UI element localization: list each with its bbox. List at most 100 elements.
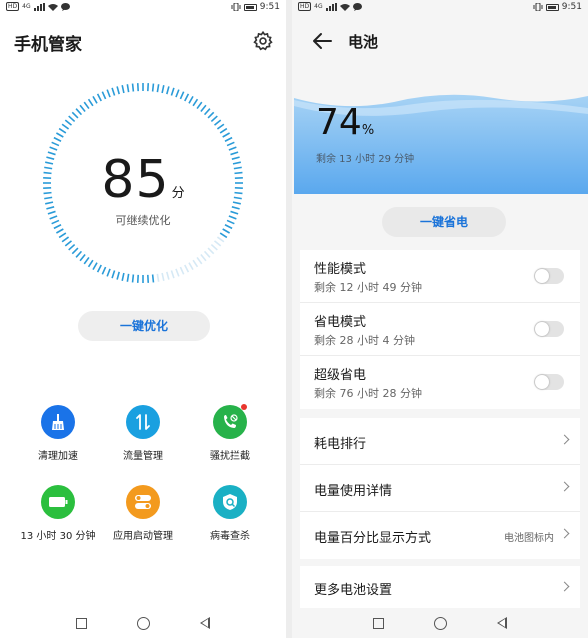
mode-title: 超级省电 [314, 368, 367, 383]
back-triangle-icon[interactable] [200, 617, 210, 629]
status-bar: HD 4G 9:51 [0, 0, 286, 16]
tool-label: 清理加速 [38, 451, 78, 462]
power-save-button[interactable]: 一键省电 [382, 207, 506, 237]
tool-data-management[interactable]: 流量管理 [95, 405, 191, 462]
score-tick [55, 228, 64, 234]
score-tick [184, 93, 190, 102]
wifi-icon [47, 3, 58, 11]
menu-label: 耗电排行 [314, 437, 367, 452]
score-tick [219, 127, 228, 134]
tool-battery[interactable]: 13 小时 30 分钟 [10, 485, 106, 542]
score-tick [71, 247, 79, 255]
score-tick [213, 240, 222, 247]
score-tick [156, 273, 160, 282]
back-arrow-icon[interactable] [312, 32, 332, 50]
score-tick [151, 83, 155, 92]
optimize-button[interactable]: 一键优化 [78, 311, 210, 341]
score-tick [64, 240, 73, 247]
score-tick [196, 256, 203, 265]
score-tick [196, 101, 203, 110]
score-tick [200, 104, 207, 113]
score-tick [188, 262, 194, 271]
menu-percentage-display[interactable]: 电量百分比显示方式 电池图标内 [300, 512, 580, 559]
score-tick [192, 98, 199, 107]
menu-more-settings[interactable]: 更多电池设置 [300, 566, 580, 610]
tool-label: 病毒查杀 [210, 531, 250, 542]
tool-harassment-block[interactable]: 骚扰拦截 [182, 404, 278, 462]
mode-subtitle: 剩余 12 小时 49 分钟 [314, 281, 422, 294]
menu-usage-details[interactable]: 电量使用详情 [300, 465, 580, 512]
score-tick [170, 87, 175, 96]
chevron-right-icon [559, 434, 570, 445]
battery-menu-card: 耗电排行 电量使用详情 电量百分比显示方式 电池图标内 [300, 418, 580, 559]
network-type: 4G [314, 3, 323, 10]
tool-label: 应用启动管理 [113, 531, 173, 542]
chevron-right-icon [559, 481, 570, 492]
chevron-right-icon [559, 528, 570, 539]
score-tick [87, 259, 94, 268]
score-tick [179, 91, 185, 100]
score-tick [87, 98, 94, 107]
mode-ultra-saving[interactable]: 超级省电 剩余 76 小时 28 分钟 [300, 356, 580, 409]
chevron-right-icon [559, 581, 570, 592]
score-tick [188, 95, 194, 104]
recents-icon[interactable] [373, 617, 384, 629]
score-tick [64, 119, 73, 126]
score-tick [71, 111, 79, 119]
battery-percent-unit: % [361, 123, 375, 138]
tool-label: 流量管理 [123, 451, 163, 462]
score-tick [106, 89, 111, 98]
toggle-switch-icon [126, 485, 160, 519]
score-tick [121, 85, 125, 94]
score-tick [200, 253, 207, 262]
score-tick [216, 236, 225, 243]
score-tick [92, 262, 98, 271]
score-tick [170, 270, 175, 279]
score-tick [51, 141, 60, 147]
score-tick [222, 132, 231, 138]
status-time: 9:51 [561, 2, 582, 12]
battery-level-panel: 74% 剩余 13 小时 29 分钟 [294, 92, 588, 194]
mode-performance[interactable]: 性能模式 剩余 12 小时 49 分钟 [300, 250, 580, 303]
recents-icon[interactable] [76, 617, 87, 629]
score-value: 85 [101, 150, 170, 210]
score-subtitle: 可继续优化 [115, 214, 171, 227]
signal-icon [325, 2, 337, 11]
score-tick [126, 84, 130, 93]
phone-manager-screen: HD 4G 9:51 手机管家 85 分 可继续优化 一键优化 清理加速 流量管… [0, 0, 286, 638]
performance-mode-toggle[interactable] [534, 268, 564, 284]
home-icon[interactable] [137, 616, 150, 630]
ultra-saving-mode-toggle[interactable] [534, 374, 564, 390]
score-tick [175, 89, 180, 98]
mode-power-saving[interactable]: 省电模式 剩余 28 小时 4 分钟 [300, 303, 580, 356]
score-tick [106, 268, 111, 277]
score-display: 85 分 [0, 150, 286, 210]
tool-cleanup[interactable]: 清理加速 [10, 405, 106, 462]
score-tick [156, 84, 160, 93]
score-tick [79, 104, 86, 113]
score-tick [58, 232, 67, 239]
back-triangle-icon[interactable] [497, 617, 507, 629]
score-tick [175, 268, 180, 277]
score-tick [58, 127, 67, 134]
battery-remaining: 剩余 13 小时 29 分钟 [316, 154, 415, 165]
tool-app-launch[interactable]: 应用启动管理 [95, 485, 191, 542]
battery-screen: HD 4G 9:51 电池 74% 剩余 13 小时 29 分钟 一键省电 性能… [292, 0, 588, 638]
settings-gear-icon[interactable] [252, 30, 274, 52]
mode-subtitle: 剩余 28 小时 4 分钟 [314, 334, 415, 347]
battery-percent-value: 74 [316, 102, 362, 143]
score-tick [203, 250, 211, 258]
score-tick [151, 274, 155, 283]
tool-virus-scan[interactable]: 病毒查杀 [182, 485, 278, 542]
power-modes-card: 性能模式 剩余 12 小时 49 分钟 省电模式 剩余 28 小时 4 分钟 超… [300, 250, 580, 409]
menu-power-ranking[interactable]: 耗电排行 [300, 418, 580, 465]
score-tick [216, 123, 225, 130]
score-tick [161, 85, 165, 94]
home-icon[interactable] [434, 616, 447, 630]
power-saving-mode-toggle[interactable] [534, 321, 564, 337]
message-icon [352, 2, 362, 11]
battery-header: 电池 [292, 16, 588, 94]
score-tick [184, 264, 190, 273]
status-time: 9:51 [259, 2, 280, 12]
battery-percent: 74% [316, 102, 374, 143]
